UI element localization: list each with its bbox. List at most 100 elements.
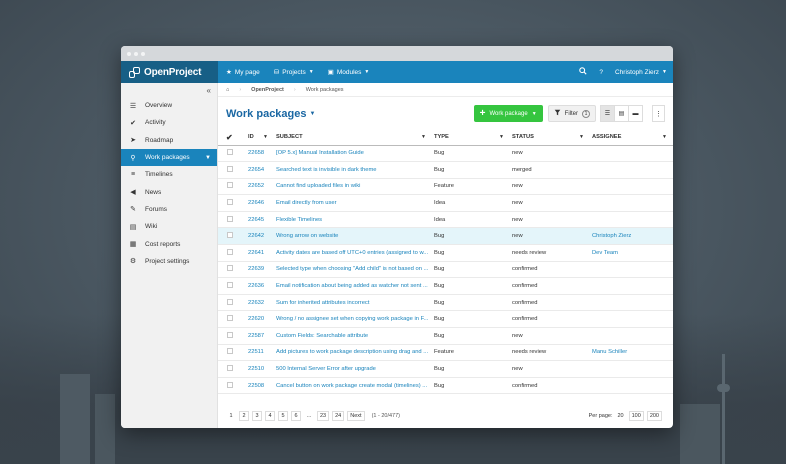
row-checkbox[interactable] — [218, 344, 246, 362]
checkbox-icon[interactable] — [227, 215, 233, 222]
sidebar-item-timelines[interactable]: ≡ Timelines — [121, 166, 217, 183]
checkbox-icon[interactable] — [227, 315, 233, 322]
chevron-down-icon[interactable]: ▼ — [205, 155, 211, 161]
my-page-link[interactable]: ★ My page — [226, 68, 260, 77]
cell-id[interactable]: 22658 — [246, 145, 274, 163]
table-row[interactable]: 22645 Flexible Timelines Idea new — [218, 211, 673, 229]
cell-subject[interactable]: Flexible Timelines — [274, 211, 432, 229]
table-row[interactable]: 22654 Searched text is invisible in dark … — [218, 161, 673, 179]
cell-assignee[interactable] — [590, 161, 673, 179]
column-header-assignee[interactable]: ASSIGNEE ▼ — [590, 130, 673, 146]
sidebar-item-news[interactable]: ◀ News — [121, 183, 217, 200]
cell-assignee[interactable]: Christoph Zierz — [590, 227, 673, 246]
row-checkbox[interactable] — [218, 244, 246, 262]
row-checkbox[interactable] — [218, 360, 246, 378]
checkbox-icon[interactable] — [227, 149, 233, 156]
table-row[interactable]: 22652 Cannot find uploaded files in wiki F… — [218, 178, 673, 196]
page-button[interactable]: 1 — [226, 411, 236, 421]
page-button[interactable]: 3 — [252, 411, 262, 421]
table-row[interactable]: 22658 [OP 5.x] Manual Installation Guide B… — [218, 145, 673, 163]
cell-id[interactable]: 22587 — [246, 327, 274, 345]
cell-subject[interactable]: Selected type when choosing "Add child" … — [274, 261, 432, 279]
cell-id[interactable]: 22632 — [246, 294, 274, 312]
cell-subject[interactable]: Wrong / no assignee set when copying wor… — [274, 310, 432, 329]
checkbox-icon[interactable] — [227, 381, 233, 388]
cell-subject[interactable]: Custom Fields: Searchable attribute — [274, 327, 432, 345]
row-checkbox[interactable] — [218, 294, 246, 312]
app-logo[interactable]: OpenProject — [121, 61, 218, 83]
help-button[interactable]: ? — [599, 69, 603, 76]
cell-subject[interactable]: Add pictures to work package description… — [274, 344, 432, 362]
cell-assignee[interactable] — [590, 194, 673, 212]
user-menu[interactable]: Christoph Zierz ▼ — [615, 69, 667, 76]
column-header-id[interactable]: ID ▼ — [246, 130, 274, 146]
cell-id[interactable]: 22508 — [246, 377, 274, 395]
checkbox-icon[interactable] — [227, 348, 233, 355]
cell-subject[interactable]: Email directly from user — [274, 194, 432, 212]
cell-id[interactable]: 22652 — [246, 178, 274, 196]
cell-id[interactable]: 22646 — [246, 194, 274, 212]
column-header-subject[interactable]: SUBJECT ▼ — [274, 130, 432, 146]
cell-subject[interactable]: Wrong arrow on website — [274, 227, 432, 246]
next-page-button[interactable]: Next — [347, 411, 365, 421]
cell-assignee[interactable] — [590, 310, 673, 329]
add-work-package-button[interactable]: + Work package ▼ — [473, 105, 543, 122]
page-button[interactable]: 4 — [265, 411, 275, 421]
page-button[interactable]: 24 — [332, 411, 345, 421]
table-row[interactable]: 22636 Email notification about being adde… — [218, 277, 673, 295]
cell-assignee[interactable]: Dev Team — [590, 244, 673, 262]
row-checkbox[interactable] — [218, 227, 246, 246]
sidebar-item-cost-reports[interactable]: ▦ Cost reports — [121, 235, 217, 252]
sidebar-item-activity[interactable]: ✔ Activity — [121, 114, 217, 131]
split-view-icon[interactable]: ▤ — [614, 105, 629, 122]
cell-assignee[interactable] — [590, 377, 673, 395]
cell-id[interactable]: 22620 — [246, 310, 274, 329]
checkbox-icon[interactable] — [227, 282, 233, 289]
row-checkbox[interactable] — [218, 327, 246, 345]
cell-id[interactable]: 22510 — [246, 360, 274, 378]
table-row[interactable]: 22510 500 Internal Server Error after upg… — [218, 360, 673, 378]
table-row[interactable]: 22641 Activity dates are based off UTC+0 … — [218, 244, 673, 262]
sidebar-item-wiki[interactable]: ▤ Wiki — [121, 218, 217, 235]
sidebar-item-overview[interactable]: ☰ Overview — [121, 97, 217, 114]
more-options-icon[interactable]: ⋮ — [652, 105, 665, 122]
modules-menu[interactable]: ▣ Modules ▼ — [328, 68, 370, 77]
row-checkbox[interactable] — [218, 310, 246, 329]
sidebar-item-project-settings[interactable]: ⚙ Project settings — [121, 253, 217, 270]
cell-subject[interactable]: Email notification about being added as … — [274, 277, 432, 295]
table-row[interactable]: 22632 Sum for inherited attributes incorr… — [218, 294, 673, 312]
row-checkbox[interactable] — [218, 211, 246, 229]
page-button[interactable]: 2 — [239, 411, 249, 421]
checkbox-icon[interactable] — [227, 199, 233, 206]
checkbox-icon[interactable] — [227, 165, 233, 172]
cell-assignee[interactable] — [590, 145, 673, 163]
cell-id[interactable]: 22639 — [246, 261, 274, 279]
checkbox-icon[interactable] — [227, 182, 233, 189]
table-row[interactable]: 22620 Wrong / no assignee set when copyin… — [218, 310, 673, 329]
per-page-option[interactable]: 20 — [616, 411, 626, 421]
sidebar-item-work-packages[interactable]: ⚲ Work packages ▼ — [121, 148, 217, 167]
cell-subject[interactable]: Cannot find uploaded files in wiki — [274, 178, 432, 196]
checkbox-icon[interactable] — [227, 365, 233, 372]
cell-assignee[interactable] — [590, 327, 673, 345]
full-view-icon[interactable]: ▬ — [628, 105, 643, 122]
checkbox-icon[interactable] — [227, 232, 233, 239]
cell-subject[interactable]: [OP 5.x] Manual Installation Guide — [274, 145, 432, 163]
select-all-checkbox[interactable]: ✔ — [218, 130, 246, 146]
checkbox-icon[interactable] — [227, 248, 233, 255]
page-button[interactable]: 5 — [278, 411, 288, 421]
checkbox-icon[interactable] — [227, 331, 233, 338]
row-checkbox[interactable] — [218, 377, 246, 395]
collapse-sidebar-icon[interactable]: « — [121, 83, 217, 97]
cell-id[interactable]: 22645 — [246, 211, 274, 229]
cell-assignee[interactable] — [590, 360, 673, 378]
cell-assignee[interactable] — [590, 211, 673, 229]
row-checkbox[interactable] — [218, 261, 246, 279]
page-button[interactable]: 23 — [317, 411, 330, 421]
row-checkbox[interactable] — [218, 161, 246, 179]
cell-subject[interactable]: Searched text is invisible in dark theme — [274, 161, 432, 179]
table-row[interactable]: 22646 Email directly from user Idea new — [218, 194, 673, 212]
checkbox-icon[interactable] — [227, 265, 233, 272]
cell-assignee[interactable]: Manu Schiller — [590, 344, 673, 362]
cell-assignee[interactable] — [590, 178, 673, 196]
